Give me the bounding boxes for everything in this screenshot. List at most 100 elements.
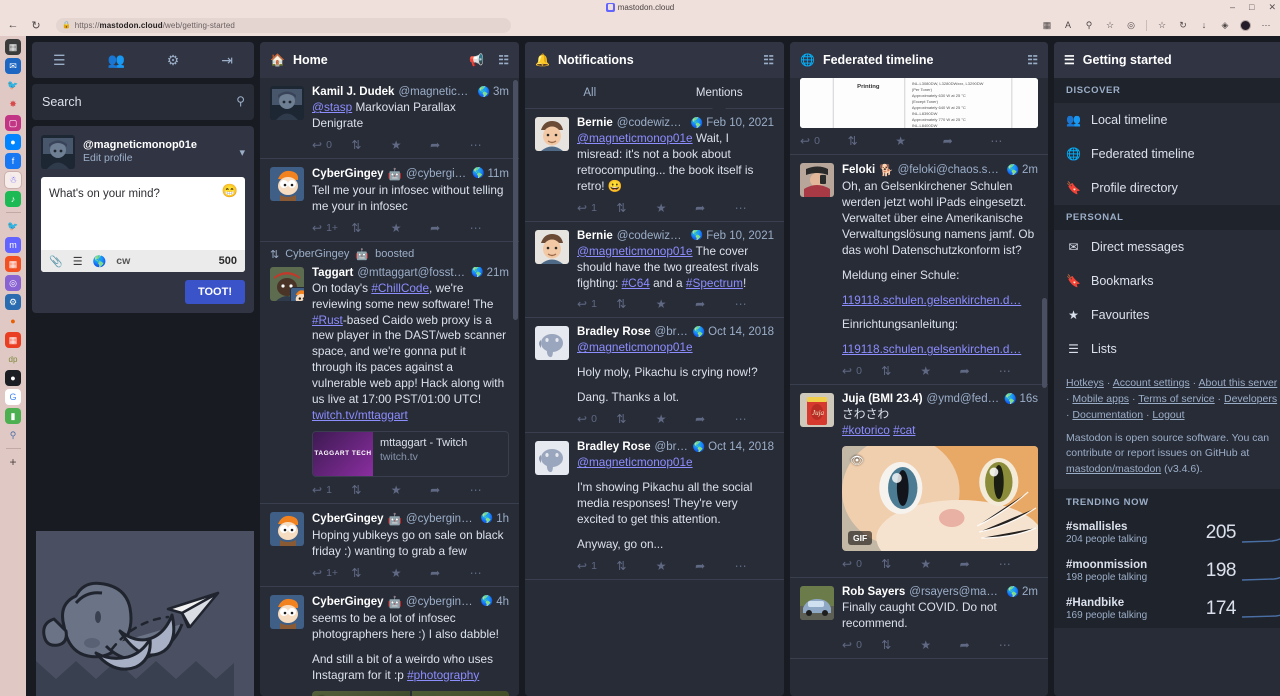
tab-mentions[interactable]: Mentions — [655, 78, 785, 108]
notification-item[interactable]: Bernie @codewiz@m… 🌎 Feb 10, 2021 @magne… — [525, 109, 784, 222]
trend-item[interactable]: #moonmission 198 people talking 198 — [1054, 551, 1280, 590]
more-button[interactable]: ⋯ — [470, 221, 509, 235]
media-attachment-cat[interactable]: 👁 GIF — [842, 446, 1038, 552]
status-item[interactable]: Rob Sayers @rsayers@mastod… 🌎 2m Finally… — [790, 578, 1048, 659]
external-link[interactable]: 119118.schulen.gelsenkirchen.d… — [842, 293, 1021, 307]
status-item[interactable]: Feloki 🐕 @feloki@chaos.social 🌎 2m Oh, a… — [790, 155, 1048, 386]
hashtag-link[interactable]: #ChillCode — [371, 281, 429, 295]
column-settings-icon[interactable]: ☷ — [763, 53, 774, 67]
twitter-icon[interactable]: 🐦 — [5, 77, 21, 93]
external-link[interactable]: 119118.schulen.gelsenkirchen.d… — [842, 342, 1021, 356]
more-button[interactable]: ⋯ — [990, 134, 1038, 148]
boost-button[interactable]: ⇅ — [351, 221, 390, 235]
extensions-icon[interactable]: ◈ — [1219, 20, 1231, 31]
link-documentation[interactable]: Documentation — [1072, 409, 1143, 421]
hamburger-menu-icon[interactable]: ☰ — [53, 52, 66, 69]
share-button[interactable]: ➦ — [695, 559, 734, 573]
reply-button[interactable]: ↩ 0 — [800, 134, 848, 148]
share-button[interactable]: ➦ — [430, 566, 469, 580]
spotify-icon[interactable]: ♪ — [5, 191, 21, 207]
sidebar-item-lists[interactable]: ☰ Lists — [1054, 332, 1280, 366]
favourite-button[interactable]: ★ — [920, 557, 959, 571]
share-button[interactable]: ➦ — [695, 201, 734, 215]
external-link[interactable]: twitch.tv/mttaggart — [312, 408, 408, 422]
edit-profile-link[interactable]: Edit profile — [83, 152, 197, 165]
tab-all[interactable]: All — [525, 78, 655, 108]
share-button[interactable]: ➦ — [960, 557, 999, 571]
attach-file-icon[interactable]: 📎 — [49, 255, 63, 268]
hashtag-link[interactable]: #Rust — [312, 313, 343, 327]
avatar[interactable] — [270, 166, 304, 201]
avatar[interactable] — [535, 229, 569, 264]
copilot-icon[interactable]: ◎ — [1125, 20, 1137, 31]
reply-button[interactable]: ↩ 1 — [577, 297, 616, 311]
more-button[interactable]: ⋯ — [735, 559, 774, 573]
avatar[interactable]: Juja — [800, 393, 834, 428]
back-arrow-icon[interactable]: ← — [6, 19, 20, 31]
announcements-icon[interactable]: 📢 — [469, 53, 484, 67]
boost-button[interactable]: ⇅ — [848, 134, 896, 148]
favourite-button[interactable]: ★ — [391, 483, 430, 497]
column-settings-icon[interactable]: ☷ — [498, 53, 509, 67]
boost-button[interactable]: ⇅ — [881, 638, 920, 652]
avatar[interactable] — [535, 441, 569, 476]
add-icon[interactable]: + — [5, 454, 21, 470]
notification-item[interactable]: Bradley Rose @bradl… 🌎 Oct 14, 2018 @mag… — [525, 318, 784, 434]
read-aloud-icon[interactable]: A — [1062, 20, 1074, 30]
share-button[interactable]: ➦ — [960, 364, 999, 378]
boost-button[interactable]: ⇅ — [616, 201, 655, 215]
profile-icon[interactable] — [1240, 19, 1251, 31]
boost-button[interactable]: ⇅ — [881, 557, 920, 571]
minimize-button[interactable]: – — [1230, 0, 1235, 14]
share-button[interactable]: ➦ — [943, 134, 991, 148]
more-button[interactable]: ⋯ — [735, 297, 774, 311]
link-about-server[interactable]: About this server — [1199, 377, 1278, 389]
notification-item[interactable]: Bernie @codewiz@m… 🌎 Feb 10, 2021 @magne… — [525, 222, 784, 319]
more-button[interactable]: ⋯ — [470, 483, 509, 497]
share-button[interactable]: ➦ — [430, 483, 469, 497]
reply-button[interactable]: ↩ 1 — [312, 483, 351, 497]
hashtag-link[interactable]: #photography — [407, 668, 479, 682]
federated-scrollbar[interactable] — [1042, 298, 1047, 388]
maximize-button[interactable]: □ — [1249, 0, 1254, 14]
messenger-icon[interactable]: ● — [5, 134, 21, 150]
media-attachments[interactable]: 👁 — [312, 690, 509, 696]
logout-icon[interactable]: ⇥ — [221, 52, 233, 69]
search-icon[interactable]: ⚲ — [236, 94, 245, 108]
more-button[interactable]: ⋯ — [735, 412, 774, 426]
mention-link[interactable]: @magneticmonop01e — [577, 455, 693, 469]
trend-item[interactable]: #smallisles 204 people talking 205 — [1054, 513, 1280, 552]
link-logout[interactable]: Logout — [1152, 409, 1184, 421]
microsoft-icon[interactable]: ▦ — [5, 256, 21, 272]
favourite-button[interactable]: ★ — [920, 364, 959, 378]
github-icon[interactable]: ● — [5, 370, 21, 386]
mastodon-icon[interactable]: ☃ — [5, 172, 21, 188]
home-timeline[interactable]: Kamil J. Dudek @magneticmo… 🌎 3m @stasp … — [260, 78, 519, 696]
avatar[interactable] — [270, 594, 304, 629]
share-button[interactable]: ➦ — [430, 221, 469, 235]
link-mastodon-repo[interactable]: mastodon/mastodon — [1066, 463, 1161, 475]
hashtag-link[interactable]: #cat — [893, 423, 915, 437]
link-developers[interactable]: Developers — [1224, 393, 1277, 405]
mention-link[interactable]: @magneticmonop01e — [577, 244, 693, 258]
status-item[interactable]: CyberGingey 🤖 @cybergingey… 🌎 4h seems t… — [260, 587, 519, 696]
notification-item[interactable]: Bradley Rose @bradl… 🌎 Oct 14, 2018 @mag… — [525, 433, 784, 580]
games-icon[interactable]: ✸ — [5, 96, 21, 112]
media-thumbnail[interactable] — [411, 690, 509, 696]
more-button[interactable]: ⋯ — [999, 364, 1038, 378]
outlook-icon[interactable]: ✉ — [5, 58, 21, 74]
more-button[interactable]: ⋯ — [470, 138, 509, 152]
avatar[interactable] — [800, 586, 834, 621]
address-bar[interactable]: 🔒 https://mastodon.cloud/web/getting-sta… — [56, 17, 511, 33]
link-mobile-apps[interactable]: Mobile apps — [1072, 393, 1129, 405]
federated-timeline[interactable]: Printing INL-L3080DW, L3280DWxxx, L3290D… — [790, 78, 1048, 696]
trend-item[interactable]: #Handbike 169 people talking 174 — [1054, 589, 1280, 628]
sidebar-item-local-timeline[interactable]: 👥 Local timeline — [1054, 103, 1280, 137]
media-attachment-document[interactable]: Printing INL-L3080DW, L3280DWxxx, L3290D… — [800, 78, 1038, 128]
chevron-down-icon[interactable]: ▾ — [239, 146, 245, 159]
content-warning-button[interactable]: cw — [116, 255, 130, 267]
browser-tab[interactable]: mastodon.cloud — [605, 2, 674, 12]
reply-button[interactable]: ↩ 0 — [842, 364, 881, 378]
visibility-globe-icon[interactable]: 🌎 — [93, 255, 107, 268]
settings-icon[interactable]: ⚙ — [5, 294, 21, 310]
